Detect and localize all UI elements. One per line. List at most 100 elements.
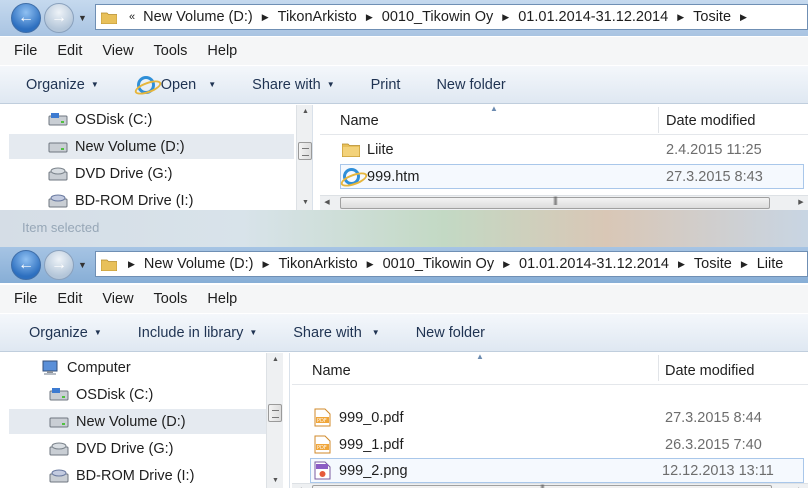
pdf-file-icon: PDF xyxy=(314,435,331,454)
hard-drive-icon xyxy=(48,112,68,125)
navigation-scrollbar[interactable]: ▲ ▼ xyxy=(296,105,312,210)
menu-view[interactable]: View xyxy=(102,43,133,59)
column-divider[interactable] xyxy=(658,107,659,133)
bd-drive-icon xyxy=(49,469,69,482)
breadcrumb-arrow-icon[interactable]: ▶ xyxy=(497,12,514,23)
file-name: 999_2.png xyxy=(339,462,408,479)
breadcrumb-item[interactable]: TikonArkisto xyxy=(274,9,361,25)
tree-item-bd-rom-drive[interactable]: BD-ROM Drive (I:) xyxy=(0,463,272,488)
back-button[interactable]: ← xyxy=(11,250,41,280)
recent-pages-dropdown-icon[interactable]: ▼ xyxy=(78,13,87,23)
address-bar-area: ← → ▼ « New Volume (D:) ▶ TikonArkisto ▶… xyxy=(0,0,808,36)
share-with-button[interactable]: Share with ▼ xyxy=(293,325,379,341)
svg-text:PDF: PDF xyxy=(317,418,327,424)
breadcrumb-arrow-icon[interactable]: ▶ xyxy=(672,12,689,23)
breadcrumb-item[interactable]: 0010_Tikowin Oy xyxy=(378,9,498,25)
tree-item-computer[interactable]: Computer xyxy=(0,355,272,380)
new-folder-button[interactable]: New folder xyxy=(436,77,505,93)
tree-item-bd-rom-drive[interactable]: BD-ROM Drive (I:) xyxy=(0,188,296,210)
file-date: 2.4.2015 11:25 xyxy=(666,141,762,158)
scroll-up-icon[interactable]: ▲ xyxy=(267,353,284,367)
tree-item-new-volume[interactable]: New Volume (D:) xyxy=(9,409,267,434)
breadcrumb-item[interactable]: 01.01.2014-31.12.2014 xyxy=(515,256,673,272)
breadcrumb-arrow-icon[interactable]: ▶ xyxy=(123,259,140,270)
breadcrumb-item[interactable]: 0010_Tikowin Oy xyxy=(379,256,499,272)
address-breadcrumb[interactable]: ▶ New Volume (D:) ▶ TikonArkisto ▶ 0010_… xyxy=(95,251,808,277)
png-file-icon xyxy=(314,461,331,480)
address-breadcrumb[interactable]: « New Volume (D:) ▶ TikonArkisto ▶ 0010_… xyxy=(95,4,808,30)
new-folder-button[interactable]: New folder xyxy=(416,325,485,341)
share-with-button[interactable]: Share with ▼ xyxy=(252,77,334,93)
scroll-down-icon[interactable]: ▼ xyxy=(297,196,312,210)
column-header-name[interactable]: Name xyxy=(340,113,379,129)
scroll-left-icon[interactable]: ◀ xyxy=(320,196,334,210)
breadcrumb-item[interactable]: Tosite xyxy=(689,9,735,25)
tree-item-label: OSDisk (C:) xyxy=(75,111,153,128)
scrollbar-thumb[interactable] xyxy=(298,142,312,160)
tree-item-osdisk[interactable]: OSDisk (C:) xyxy=(0,107,296,132)
scrollbar-thumb[interactable] xyxy=(268,404,282,422)
breadcrumb-item[interactable]: Liite xyxy=(753,256,788,272)
organize-button[interactable]: Organize ▼ xyxy=(29,325,102,341)
open-button[interactable]: Open ▼ xyxy=(136,75,216,94)
breadcrumb-arrow-icon[interactable]: ▶ xyxy=(258,259,275,270)
tree-item-label: BD-ROM Drive (I:) xyxy=(75,192,194,209)
scroll-down-icon[interactable]: ▼ xyxy=(267,474,284,488)
column-header-date-modified[interactable]: Date modified xyxy=(666,113,755,129)
breadcrumb-item[interactable]: 01.01.2014-31.12.2014 xyxy=(514,9,672,25)
scroll-right-icon[interactable]: ▶ xyxy=(794,484,808,488)
organize-button[interactable]: Organize ▼ xyxy=(26,77,99,93)
file-row-999-htm[interactable]: 999.htm 27.3.2015 8:43 xyxy=(340,164,804,189)
tree-item-osdisk[interactable]: OSDisk (C:) xyxy=(0,382,272,407)
breadcrumb-arrow-icon[interactable]: ▶ xyxy=(736,259,753,270)
breadcrumb-overflow[interactable]: « xyxy=(123,11,139,23)
breadcrumb-arrow-icon[interactable]: ▶ xyxy=(498,259,515,270)
breadcrumb-arrow-icon[interactable]: ▶ xyxy=(361,12,378,23)
file-row-999-0-pdf[interactable]: PDF 999_0.pdf 27.3.2015 8:44 xyxy=(292,405,808,430)
scroll-right-icon[interactable]: ▶ xyxy=(794,196,808,210)
breadcrumb-item[interactable]: TikonArkisto xyxy=(274,256,361,272)
recent-pages-dropdown-icon[interactable]: ▼ xyxy=(78,260,87,270)
column-header-name[interactable]: Name xyxy=(312,363,351,379)
chevron-down-icon: ▼ xyxy=(249,328,258,337)
menu-help[interactable]: Help xyxy=(207,43,237,59)
forward-button[interactable]: → xyxy=(44,250,74,280)
menu-tools[interactable]: Tools xyxy=(154,43,188,59)
navigation-scrollbar[interactable]: ▲ ▼ xyxy=(266,353,283,488)
column-header-date-modified[interactable]: Date modified xyxy=(665,363,754,379)
file-row-999-1-pdf[interactable]: PDF 999_1.pdf 26.3.2015 7:40 xyxy=(292,432,808,457)
breadcrumb-item[interactable]: New Volume (D:) xyxy=(139,9,257,25)
tree-item-new-volume[interactable]: New Volume (D:) xyxy=(9,134,294,159)
tree-item-dvd-drive[interactable]: DVD Drive (G:) xyxy=(0,161,296,186)
breadcrumb-arrow-icon[interactable]: ▶ xyxy=(673,259,690,270)
explorer-window-liite: Item selected ← → ▼ ▶ New Volume (D:) ▶ … xyxy=(0,210,808,488)
menu-file[interactable]: File xyxy=(14,291,37,307)
breadcrumb-arrow-icon[interactable]: ▶ xyxy=(362,259,379,270)
menu-help[interactable]: Help xyxy=(207,291,237,307)
scroll-up-icon[interactable]: ▲ xyxy=(297,105,312,119)
menu-view[interactable]: View xyxy=(102,291,133,307)
file-row-999-2-png[interactable]: 999_2.png 12.12.2013 13:11 xyxy=(310,458,804,483)
svg-text:PDF: PDF xyxy=(317,445,327,451)
forward-button[interactable]: → xyxy=(44,3,74,33)
scrollbar-thumb[interactable] xyxy=(340,197,770,209)
breadcrumb-arrow-icon[interactable]: ▶ xyxy=(257,12,274,23)
column-divider[interactable] xyxy=(658,355,659,381)
include-in-library-button[interactable]: Include in library ▼ xyxy=(138,325,258,341)
breadcrumb-item[interactable]: New Volume (D:) xyxy=(140,256,258,272)
back-button[interactable]: ← xyxy=(11,3,41,33)
breadcrumb-item[interactable]: Tosite xyxy=(690,256,736,272)
tree-item-label: New Volume (D:) xyxy=(75,138,185,155)
print-button[interactable]: Print xyxy=(371,77,401,93)
menu-edit[interactable]: Edit xyxy=(57,43,82,59)
horizontal-scrollbar[interactable]: ◀ ▶ xyxy=(292,483,808,488)
folder-icon xyxy=(101,12,117,24)
menu-file[interactable]: File xyxy=(14,43,37,59)
menu-edit[interactable]: Edit xyxy=(57,291,82,307)
tree-item-dvd-drive[interactable]: DVD Drive (G:) xyxy=(0,436,272,461)
file-row-liite[interactable]: Liite 2.4.2015 11:25 xyxy=(320,137,808,162)
scroll-left-icon[interactable]: ◀ xyxy=(292,484,306,488)
menu-tools[interactable]: Tools xyxy=(154,291,188,307)
horizontal-scrollbar[interactable]: ◀ ▶ xyxy=(320,195,808,210)
breadcrumb-arrow-icon[interactable]: ▶ xyxy=(735,12,752,23)
